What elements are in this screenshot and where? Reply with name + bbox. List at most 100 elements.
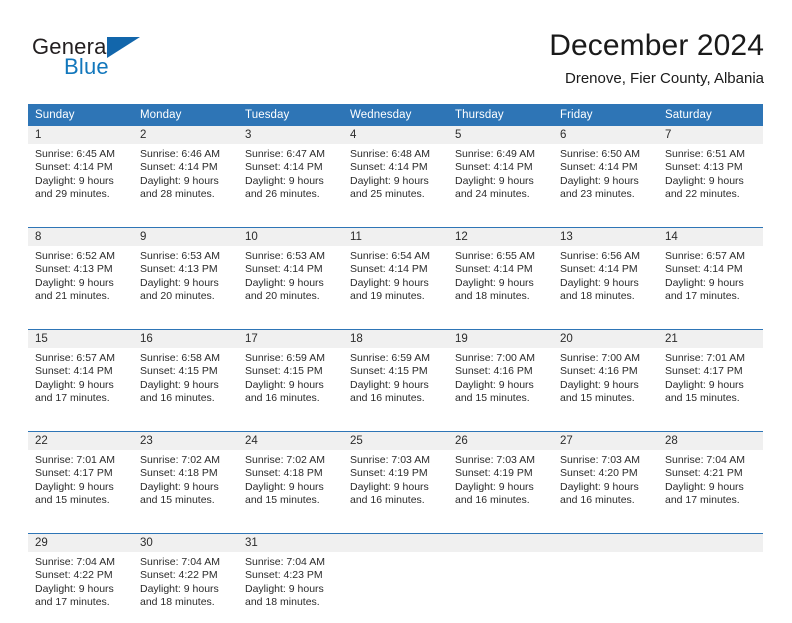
calendar-day[interactable]: 22Sunrise: 7:01 AMSunset: 4:17 PMDayligh…	[28, 432, 133, 521]
calendar-cell: 11Sunrise: 6:54 AMSunset: 4:14 PMDayligh…	[343, 228, 448, 318]
day-number: 13	[553, 228, 658, 246]
calendar-cell: 8Sunrise: 6:52 AMSunset: 4:13 PMDaylight…	[28, 228, 133, 318]
day-number: 19	[448, 330, 553, 348]
calendar-day[interactable]: 18Sunrise: 6:59 AMSunset: 4:15 PMDayligh…	[343, 330, 448, 419]
day-details: Sunrise: 7:00 AMSunset: 4:16 PMDaylight:…	[553, 348, 658, 406]
day-number: 5	[448, 126, 553, 144]
daylight-text-line1: Daylight: 9 hours	[560, 175, 652, 188]
daylight-text-line2: and 16 minutes.	[560, 494, 652, 507]
calendar-cell: 2Sunrise: 6:46 AMSunset: 4:14 PMDaylight…	[133, 126, 238, 215]
daylight-text-line2: and 18 minutes.	[455, 290, 547, 303]
calendar-day[interactable]: 23Sunrise: 7:02 AMSunset: 4:18 PMDayligh…	[133, 432, 238, 521]
calendar-day[interactable]: 20Sunrise: 7:00 AMSunset: 4:16 PMDayligh…	[553, 330, 658, 419]
calendar-day[interactable]: 6Sunrise: 6:50 AMSunset: 4:14 PMDaylight…	[553, 126, 658, 215]
sunrise-text: Sunrise: 6:59 AM	[245, 352, 337, 365]
calendar-day[interactable]: 2Sunrise: 6:46 AMSunset: 4:14 PMDaylight…	[133, 126, 238, 215]
sunrise-text: Sunrise: 6:49 AM	[455, 148, 547, 161]
sunset-text: Sunset: 4:13 PM	[140, 263, 232, 276]
week-spacer	[28, 419, 763, 432]
weekday-header-wednesday: Wednesday	[343, 104, 448, 126]
daylight-text-line2: and 15 minutes.	[455, 392, 547, 405]
sunrise-text: Sunrise: 6:53 AM	[140, 250, 232, 263]
calendar-day[interactable]: 9Sunrise: 6:53 AMSunset: 4:13 PMDaylight…	[133, 228, 238, 317]
day-details: Sunrise: 6:59 AMSunset: 4:15 PMDaylight:…	[343, 348, 448, 406]
day-number: 6	[553, 126, 658, 144]
calendar-day[interactable]: 4Sunrise: 6:48 AMSunset: 4:14 PMDaylight…	[343, 126, 448, 215]
calendar-day[interactable]: 5Sunrise: 6:49 AMSunset: 4:14 PMDaylight…	[448, 126, 553, 215]
day-number: 12	[448, 228, 553, 246]
daylight-text-line1: Daylight: 9 hours	[245, 277, 337, 290]
calendar-cell: 9Sunrise: 6:53 AMSunset: 4:13 PMDaylight…	[133, 228, 238, 318]
calendar-day[interactable]: 28Sunrise: 7:04 AMSunset: 4:21 PMDayligh…	[658, 432, 763, 521]
calendar-day[interactable]: 13Sunrise: 6:56 AMSunset: 4:14 PMDayligh…	[553, 228, 658, 317]
calendar-day[interactable]: 7Sunrise: 6:51 AMSunset: 4:13 PMDaylight…	[658, 126, 763, 215]
day-details: Sunrise: 7:01 AMSunset: 4:17 PMDaylight:…	[28, 450, 133, 508]
calendar-cell	[343, 534, 448, 623]
weekday-header-friday: Friday	[553, 104, 658, 126]
sunrise-text: Sunrise: 6:51 AM	[665, 148, 757, 161]
general-blue-logo[interactable]: General Blue	[32, 34, 212, 92]
calendar-day[interactable]: 26Sunrise: 7:03 AMSunset: 4:19 PMDayligh…	[448, 432, 553, 521]
sunset-text: Sunset: 4:16 PM	[455, 365, 547, 378]
day-details: Sunrise: 7:04 AMSunset: 4:22 PMDaylight:…	[28, 552, 133, 610]
calendar-header-row: Sunday Monday Tuesday Wednesday Thursday…	[28, 104, 763, 126]
daylight-text-line1: Daylight: 9 hours	[245, 175, 337, 188]
day-number: 1	[28, 126, 133, 144]
day-number	[343, 534, 448, 552]
day-details: Sunrise: 6:58 AMSunset: 4:15 PMDaylight:…	[133, 348, 238, 406]
day-number: 8	[28, 228, 133, 246]
calendar-cell	[448, 534, 553, 623]
calendar-week-row: 22Sunrise: 7:01 AMSunset: 4:17 PMDayligh…	[28, 432, 763, 522]
calendar-day[interactable]: 16Sunrise: 6:58 AMSunset: 4:15 PMDayligh…	[133, 330, 238, 419]
calendar-day[interactable]: 12Sunrise: 6:55 AMSunset: 4:14 PMDayligh…	[448, 228, 553, 317]
day-details: Sunrise: 6:55 AMSunset: 4:14 PMDaylight:…	[448, 246, 553, 304]
sunset-text: Sunset: 4:14 PM	[665, 263, 757, 276]
day-number: 3	[238, 126, 343, 144]
sunrise-text: Sunrise: 6:52 AM	[35, 250, 127, 263]
daylight-text-line1: Daylight: 9 hours	[35, 175, 127, 188]
calendar-day[interactable]: 25Sunrise: 7:03 AMSunset: 4:19 PMDayligh…	[343, 432, 448, 521]
calendar-day[interactable]: 29Sunrise: 7:04 AMSunset: 4:22 PMDayligh…	[28, 534, 133, 623]
calendar-cell: 12Sunrise: 6:55 AMSunset: 4:14 PMDayligh…	[448, 228, 553, 318]
day-details	[448, 552, 553, 556]
calendar-day[interactable]: 27Sunrise: 7:03 AMSunset: 4:20 PMDayligh…	[553, 432, 658, 521]
daylight-text-line2: and 25 minutes.	[350, 188, 442, 201]
day-number	[553, 534, 658, 552]
calendar-table: Sunday Monday Tuesday Wednesday Thursday…	[28, 104, 763, 623]
sunrise-text: Sunrise: 7:04 AM	[140, 556, 232, 569]
sunrise-text: Sunrise: 7:04 AM	[665, 454, 757, 467]
calendar-day[interactable]: 8Sunrise: 6:52 AMSunset: 4:13 PMDaylight…	[28, 228, 133, 317]
sunrise-text: Sunrise: 7:00 AM	[455, 352, 547, 365]
sunrise-text: Sunrise: 6:56 AM	[560, 250, 652, 263]
calendar-day[interactable]: 24Sunrise: 7:02 AMSunset: 4:18 PMDayligh…	[238, 432, 343, 521]
calendar-day[interactable]: 30Sunrise: 7:04 AMSunset: 4:22 PMDayligh…	[133, 534, 238, 623]
calendar-day-empty	[448, 534, 553, 623]
sunrise-text: Sunrise: 6:48 AM	[350, 148, 442, 161]
calendar-cell: 3Sunrise: 6:47 AMSunset: 4:14 PMDaylight…	[238, 126, 343, 215]
day-number: 20	[553, 330, 658, 348]
daylight-text-line1: Daylight: 9 hours	[350, 379, 442, 392]
calendar-day[interactable]: 14Sunrise: 6:57 AMSunset: 4:14 PMDayligh…	[658, 228, 763, 317]
sunrise-text: Sunrise: 7:01 AM	[35, 454, 127, 467]
daylight-text-line1: Daylight: 9 hours	[560, 277, 652, 290]
calendar-day[interactable]: 19Sunrise: 7:00 AMSunset: 4:16 PMDayligh…	[448, 330, 553, 419]
sunset-text: Sunset: 4:17 PM	[665, 365, 757, 378]
sunrise-text: Sunrise: 6:55 AM	[455, 250, 547, 263]
calendar-day[interactable]: 21Sunrise: 7:01 AMSunset: 4:17 PMDayligh…	[658, 330, 763, 419]
day-number: 24	[238, 432, 343, 450]
daylight-text-line2: and 20 minutes.	[140, 290, 232, 303]
sunrise-text: Sunrise: 6:59 AM	[350, 352, 442, 365]
day-details: Sunrise: 6:56 AMSunset: 4:14 PMDaylight:…	[553, 246, 658, 304]
sunset-text: Sunset: 4:14 PM	[245, 161, 337, 174]
calendar-day[interactable]: 31Sunrise: 7:04 AMSunset: 4:23 PMDayligh…	[238, 534, 343, 623]
calendar-day[interactable]: 1Sunrise: 6:45 AMSunset: 4:14 PMDaylight…	[28, 126, 133, 215]
calendar-day[interactable]: 17Sunrise: 6:59 AMSunset: 4:15 PMDayligh…	[238, 330, 343, 419]
sunset-text: Sunset: 4:15 PM	[140, 365, 232, 378]
calendar-day[interactable]: 3Sunrise: 6:47 AMSunset: 4:14 PMDaylight…	[238, 126, 343, 215]
calendar-day[interactable]: 10Sunrise: 6:53 AMSunset: 4:14 PMDayligh…	[238, 228, 343, 317]
day-details: Sunrise: 6:57 AMSunset: 4:14 PMDaylight:…	[28, 348, 133, 406]
sunrise-text: Sunrise: 7:02 AM	[140, 454, 232, 467]
calendar-day[interactable]: 11Sunrise: 6:54 AMSunset: 4:14 PMDayligh…	[343, 228, 448, 317]
calendar-day[interactable]: 15Sunrise: 6:57 AMSunset: 4:14 PMDayligh…	[28, 330, 133, 419]
day-number: 7	[658, 126, 763, 144]
